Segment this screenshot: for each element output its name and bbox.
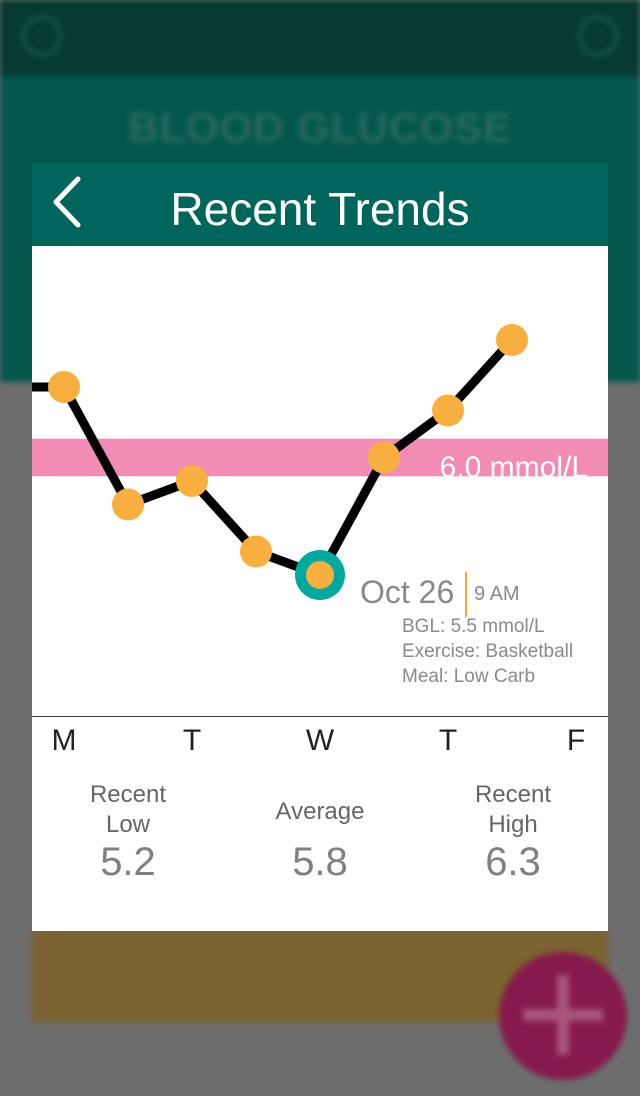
data-point-4 bbox=[240, 535, 272, 568]
tooltip-bgl: BGL: 5.5 mmol/L bbox=[402, 616, 545, 637]
x-tick-thursday: T bbox=[438, 724, 458, 757]
data-point-3 bbox=[176, 465, 208, 497]
data-point-1 bbox=[48, 371, 80, 403]
tooltip-time: 9 AM bbox=[474, 583, 520, 605]
background-top-bar bbox=[0, 0, 640, 76]
user-icon bbox=[578, 16, 618, 56]
x-tick-friday: F bbox=[566, 724, 586, 757]
stat-recent-low-label: Recent Low bbox=[48, 780, 208, 840]
modal-title: Recent Trends bbox=[170, 183, 470, 235]
stat-recent-low-value: 5.2 bbox=[100, 840, 156, 884]
stat-average-label: Average bbox=[275, 798, 365, 825]
target-range-label: 6.0 mmol/L bbox=[439, 451, 588, 484]
data-point-2 bbox=[112, 488, 144, 521]
x-tick-wednesday: W bbox=[305, 724, 335, 757]
recent-trends-modal: Recent Trends 6.0 mmol/L Oct 26 9 AM BGL… bbox=[32, 163, 608, 931]
stat-recent-high-label-line2: High bbox=[488, 811, 538, 838]
menu-icon bbox=[22, 16, 62, 56]
x-axis-line bbox=[32, 716, 608, 717]
selected-data-point bbox=[306, 561, 334, 589]
stat-recent-low-label-line1: Recent bbox=[89, 781, 167, 808]
x-tick-tuesday: T bbox=[182, 724, 202, 757]
x-tick-monday: M bbox=[51, 724, 77, 757]
data-point-7 bbox=[432, 394, 464, 427]
tooltip-date: Oct 26 bbox=[360, 574, 455, 610]
data-point-8 bbox=[496, 324, 528, 356]
stat-recent-high-value: 6.3 bbox=[485, 840, 541, 884]
tooltip-divider bbox=[465, 572, 467, 617]
stat-recent-high: Recent High 6.3 bbox=[433, 780, 593, 884]
modal-header: Recent Trends bbox=[32, 163, 608, 246]
tooltip-exercise: Exercise: Basketball bbox=[402, 641, 574, 662]
stat-average-value: 5.8 bbox=[292, 840, 348, 884]
plus-icon-vertical bbox=[557, 975, 569, 1055]
data-point-6 bbox=[368, 441, 400, 474]
stat-recent-low: Recent Low 5.2 bbox=[48, 780, 208, 884]
stat-average: Average 5.8 bbox=[240, 780, 400, 884]
tooltip-meal: Meal: Low Carb bbox=[402, 666, 536, 687]
background-title: BLOOD GLUCOSE bbox=[127, 104, 512, 151]
stat-recent-high-label: Recent High bbox=[433, 780, 593, 840]
stat-recent-low-label-line2: Low bbox=[105, 811, 151, 838]
stat-recent-high-label-line1: Recent bbox=[474, 781, 552, 808]
